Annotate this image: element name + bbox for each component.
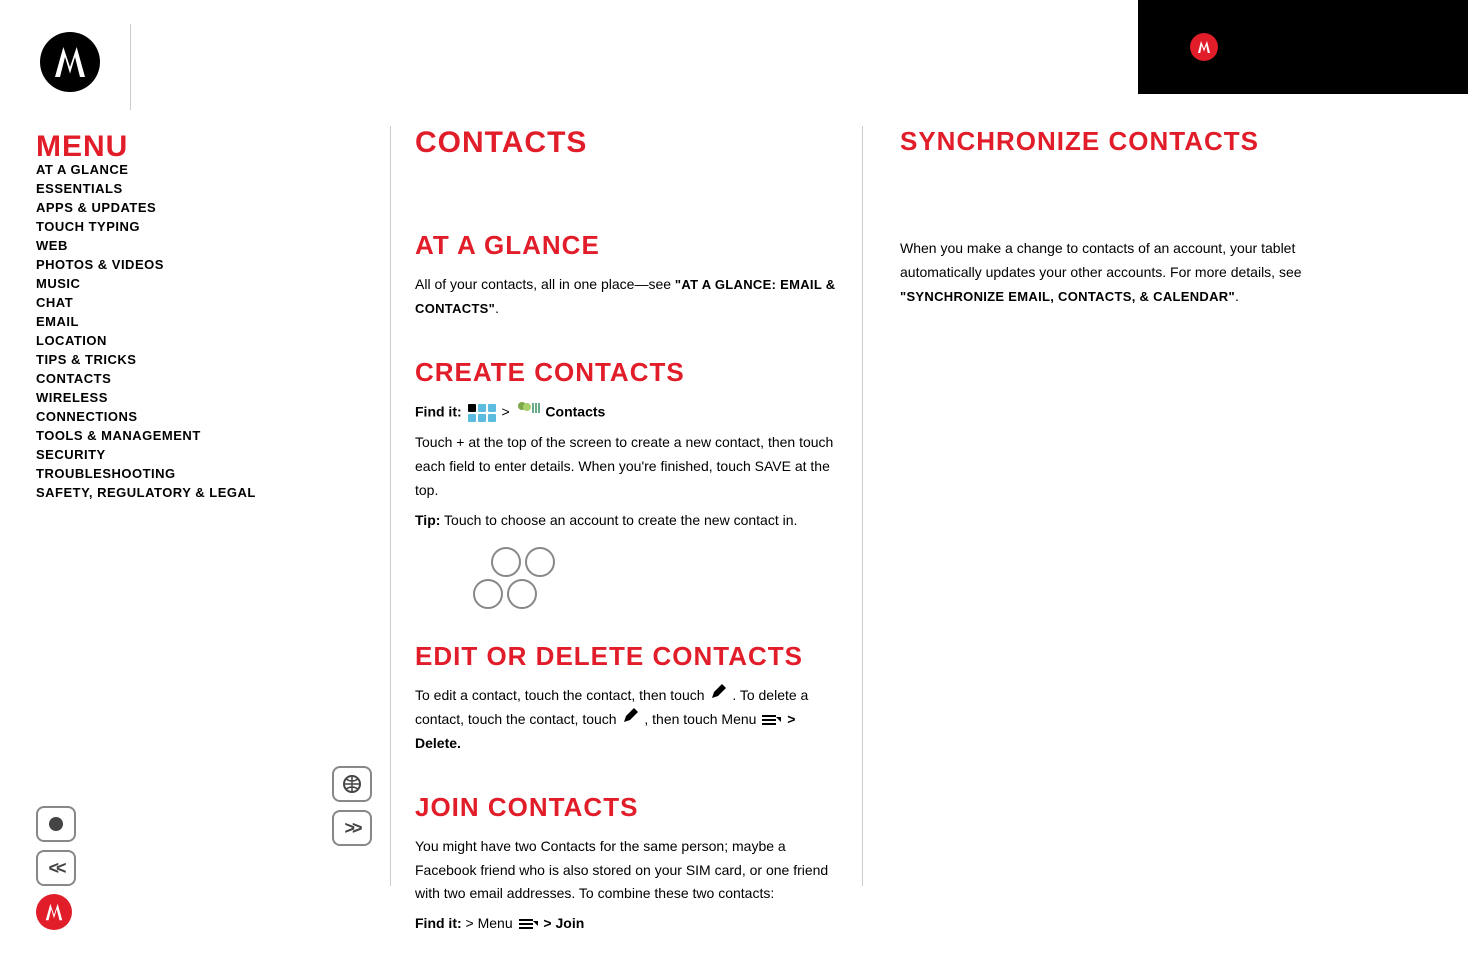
menu-item-email[interactable]: EMAIL <box>36 314 316 329</box>
menu-item-photos-videos[interactable]: PHOTOS & VIDEOS <box>36 257 316 272</box>
menu-item-music[interactable]: MUSIC <box>36 276 316 291</box>
menu-lines-icon <box>519 919 538 929</box>
content-column-2: SYNCHRONIZE CONTACTS When you make a cha… <box>900 126 1330 314</box>
section-heading-at-a-glance: AT A GLANCE <box>415 230 845 261</box>
menu-item-location[interactable]: LOCATION <box>36 333 316 348</box>
edit-p1: To edit a contact, touch the contact, th… <box>415 684 845 756</box>
motorola-logo-icon <box>40 32 100 92</box>
record-button[interactable] <box>36 806 76 842</box>
divider <box>130 24 131 110</box>
nav-controls-left: << <box>36 806 76 930</box>
create-tip: Tip: Touch to choose an account to creat… <box>415 509 845 533</box>
section-heading-join-contacts: JOIN CONTACTS <box>415 792 845 823</box>
contacts-app-icon <box>516 400 540 426</box>
join-p1: You might have two Contacts for the same… <box>415 835 845 906</box>
menu-item-touch-typing[interactable]: TOUCH TYPING <box>36 219 316 234</box>
menu-item-connections[interactable]: CONNECTIONS <box>36 409 316 424</box>
motorola-logo-icon <box>1190 33 1218 61</box>
account-circles-icon <box>455 547 565 627</box>
menu-item-apps-updates[interactable]: APPS & UPDATES <box>36 200 316 215</box>
sync-p1: When you make a change to contacts of an… <box>900 237 1330 308</box>
motorola-logo-icon[interactable] <box>36 894 72 930</box>
create-p1: Touch + at the top of the screen to crea… <box>415 431 845 502</box>
section-heading-edit-delete: EDIT OR DELETE CONTACTS <box>415 641 845 672</box>
pencil-icon <box>622 708 638 732</box>
menu-item-contacts[interactable]: CONTACTS <box>36 371 316 386</box>
sidebar-menu: AT A GLANCE ESSENTIALS APPS & UPDATES TO… <box>36 162 316 504</box>
content-column-1: CONTACTS AT A GLANCE All of your contact… <box>415 126 845 942</box>
nav-controls-right: >> <box>332 766 372 846</box>
forward-button[interactable]: >> <box>332 810 372 846</box>
brand-badge <box>1138 0 1468 94</box>
section-heading-synchronize: SYNCHRONIZE CONTACTS <box>900 126 1330 157</box>
menu-lines-icon <box>762 715 781 725</box>
link-sync-email-contacts-calendar[interactable]: "SYNCHRONIZE EMAIL, CONTACTS, & CALENDAR… <box>900 289 1235 304</box>
menu-item-chat[interactable]: CHAT <box>36 295 316 310</box>
create-find-it: Find it: > Contacts <box>415 400 845 426</box>
back-button[interactable]: << <box>36 850 76 886</box>
menu-item-tips-tricks[interactable]: TIPS & TRICKS <box>36 352 316 367</box>
menu-item-essentials[interactable]: ESSENTIALS <box>36 181 316 196</box>
menu-item-tools-management[interactable]: TOOLS & MANAGEMENT <box>36 428 316 443</box>
pencil-icon <box>710 684 726 708</box>
menu-heading: MENU <box>36 130 128 164</box>
menu-item-security[interactable]: SECURITY <box>36 447 316 462</box>
section-heading-create-contacts: CREATE CONTACTS <box>415 357 845 388</box>
page-title: CONTACTS <box>415 126 845 160</box>
menu-item-safety-legal[interactable]: SAFETY, REGULATORY & LEGAL <box>36 485 316 500</box>
menu-item-web[interactable]: WEB <box>36 238 316 253</box>
apps-grid-icon <box>468 404 496 422</box>
menu-item-wireless[interactable]: WIRELESS <box>36 390 316 405</box>
menu-item-troubleshooting[interactable]: TROUBLESHOOTING <box>36 466 316 481</box>
join-find-it: Find it: > Menu > Join <box>415 912 845 936</box>
divider <box>862 126 863 886</box>
at-a-glance-text: All of your contacts, all in one place—s… <box>415 273 845 321</box>
divider <box>390 126 391 886</box>
menu-item-at-a-glance[interactable]: AT A GLANCE <box>36 162 316 177</box>
globe-button[interactable] <box>332 766 372 802</box>
